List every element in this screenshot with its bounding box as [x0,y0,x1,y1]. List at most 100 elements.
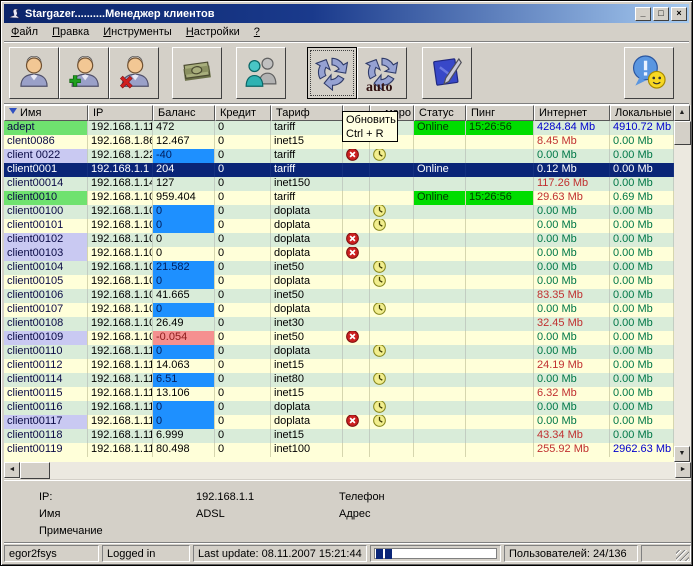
table-row[interactable]: client00116192.168.1.11600doplata0.00 Mb… [4,401,674,415]
table-row[interactable]: client00108192.168.1.10826.490inet3032.4… [4,317,674,331]
cell-balance: -0.054 [153,331,215,345]
cell-local: 0.00 Mb [610,415,674,429]
table-row[interactable]: client00014192.168.1.141270inet150117.26… [4,177,674,191]
cell-frozen [370,261,414,275]
close-button[interactable]: × [671,7,687,21]
table-row[interactable]: adept192.168.1.1114720tariffOnline15:26:… [4,121,674,135]
cell-ping [466,401,534,415]
table-row[interactable]: client00115192.168.1.11513.1060inet156.3… [4,387,674,401]
cell-tariff: tariff [271,163,343,177]
menu-item-4[interactable]: Настройки [179,24,247,40]
vertical-scrollbar[interactable]: ▲ ▼ [674,105,691,462]
column-header-2[interactable]: IP [88,105,153,121]
menu-item-5[interactable]: ? [247,24,267,40]
maximize-button[interactable]: □ [653,7,669,21]
cell-internet: 0.00 Mb [534,205,610,219]
cell-status [414,219,466,233]
cell-status: Online [414,191,466,205]
cell-credit: 0 [215,289,271,303]
cell-balance: 21.582 [153,261,215,275]
table-row[interactable]: client00102192.168.1.10200doplata0.00 Mb… [4,233,674,247]
table-row[interactable]: client00107192.168.1.10700doplata0.00 Mb… [4,303,674,317]
minimize-button[interactable]: _ [635,7,651,21]
scroll-down-icon[interactable]: ▼ [674,446,690,462]
frozen-clock-icon [373,219,386,233]
table-row[interactable]: client00103192.168.1.10300doplata0.00 Mb… [4,247,674,261]
cell-tariff: inet50 [271,331,343,345]
cell-balance: 13.106 [153,387,215,401]
cell-name: client0001 [4,163,88,177]
cell-internet: 8.45 Mb [534,135,610,149]
title-bar[interactable]: Stargazer..........Менеджер клиентов _ □… [4,4,689,23]
vertical-scroll-thumb[interactable] [674,121,691,145]
cell-frozen [370,219,414,233]
table-row[interactable]: client00105192.168.1.10500doplata0.00 Mb… [4,275,674,289]
refresh-tooltip: Обновить Ctrl + R [342,111,398,142]
cell-frozen [370,415,414,429]
table-row[interactable]: client0001192.168.1.12040tariffOnline0.1… [4,163,674,177]
column-header-11[interactable]: Локальные р [610,105,674,121]
cell-ip: 192.168.1.109 [88,331,153,345]
table-row[interactable]: client00119192.168.1.11980.4980inet10025… [4,443,674,457]
column-header-1[interactable]: Имя [4,105,88,121]
toolbar-button-user-add[interactable] [59,47,109,99]
table-row[interactable]: client00117192.168.1.11700doplata0.00 Mb… [4,415,674,429]
cell-tariff: doplata [271,345,343,359]
toolbar-button-notebook[interactable] [422,47,472,99]
column-header-9[interactable]: Пинг [466,105,534,121]
cell-ip: 192.168.1.86 [88,135,153,149]
toolbar-button-message-smiley[interactable] [624,47,674,99]
column-header-4[interactable]: Кредит [215,105,271,121]
table-row[interactable]: client00112192.168.1.11214.0630inet1524.… [4,359,674,373]
table-row[interactable]: client00101192.168.1.10100doplata0.00 Mb… [4,219,674,233]
notebook-icon [428,53,466,94]
horizontal-scroll-thumb[interactable] [20,462,50,479]
cell-credit: 0 [215,191,271,205]
cell-disabled [343,219,370,233]
horizontal-scrollbar[interactable]: ◄ ► [4,462,691,479]
toolbar-button-money[interactable] [172,47,222,99]
table-row[interactable]: client00104192.168.1.10421.5820inet500.0… [4,261,674,275]
toolbar-button-user-delete[interactable] [109,47,159,99]
toolbar-button-users[interactable] [236,47,286,99]
toolbar-button-refresh[interactable] [307,47,357,99]
cell-tariff: doplata [271,415,343,429]
cell-frozen [370,163,414,177]
cell-ping [466,261,534,275]
frozen-clock-icon [373,401,386,415]
disabled-x-icon [346,247,359,261]
scroll-up-icon[interactable]: ▲ [674,105,690,121]
app-bird-icon[interactable] [7,6,22,21]
cell-ping [466,233,534,247]
menu-item-2[interactable]: Правка [45,24,96,40]
table-row[interactable]: client00114192.168.1.1146.510inet800.00 … [4,373,674,387]
scroll-left-icon[interactable]: ◄ [4,462,20,478]
column-header-8[interactable]: Статус [414,105,466,121]
table-row[interactable]: client00100192.168.1.10000doplata0.00 Mb… [4,205,674,219]
cell-tariff: inet50 [271,289,343,303]
table-row[interactable]: client00106192.168.1.10641.6650inet5083.… [4,289,674,303]
column-header-10[interactable]: Интернет [534,105,610,121]
column-header-5[interactable]: Тариф [271,105,343,121]
table-row[interactable]: client00118192.168.1.1186.9990inet1543.3… [4,429,674,443]
scroll-right-icon[interactable]: ► [675,462,691,478]
cell-ping [466,317,534,331]
cell-name: client00118 [4,429,88,443]
table-row[interactable]: client0010192.168.1.10959.4040tariffOnli… [4,191,674,205]
table-row[interactable]: client00110192.168.1.11000doplata0.00 Mb… [4,345,674,359]
table-row[interactable]: client 0022192.168.1.22-400tariff0.00 Mb… [4,149,674,163]
column-header-3[interactable]: Баланс [153,105,215,121]
table-row[interactable]: client00109192.168.1.109-0.0540inet500.0… [4,331,674,345]
table-row[interactable]: clent0086192.168.1.8612.4670inet158.45 M… [4,135,674,149]
resize-grip[interactable] [676,550,689,562]
user-delete-icon [115,53,153,94]
menu-item-3[interactable]: Инструменты [96,24,179,40]
menu-item-1[interactable]: Файл [4,24,45,40]
toolbar-button-user[interactable] [9,47,59,99]
cell-internet: 0.00 Mb [534,149,610,163]
toolbar-button-refresh-auto[interactable]: auto [357,47,407,99]
cell-status [414,443,466,457]
cell-name: client00110 [4,345,88,359]
cell-disabled [343,429,370,443]
cell-internet: 255.92 Mb [534,443,610,457]
